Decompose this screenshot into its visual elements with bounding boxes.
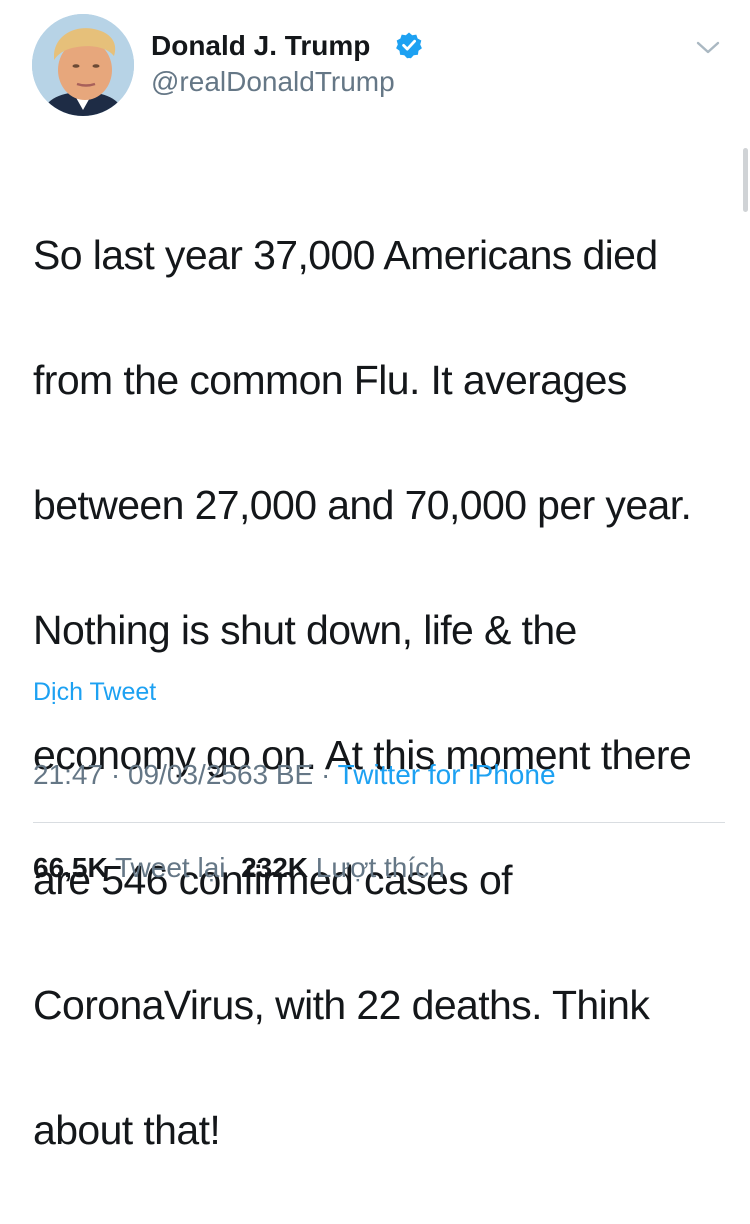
divider: [33, 822, 725, 823]
likes-label: Lượt thích: [315, 852, 445, 883]
tweet-stats: 66,5K Tweet lại 232K Lượt thích: [33, 850, 445, 886]
meta-separator: ·: [110, 759, 121, 790]
author-handle[interactable]: @realDonaldTrump: [151, 66, 395, 98]
tweet-text-line: Nothing is shut down, life & the: [33, 606, 577, 653]
tweet-text-line: between 27,000 and 70,000 per year.: [33, 481, 692, 528]
tweet-text-line: about that!: [33, 1106, 221, 1153]
retweets-label: Tweet lại: [115, 852, 226, 883]
tweet-meta: 21:47 · 09/03/2563 BE · Twitter for iPho…: [33, 757, 556, 793]
chevron-down-icon[interactable]: [694, 36, 722, 60]
translate-tweet-link[interactable]: Dịch Tweet: [33, 676, 156, 708]
avatar[interactable]: [32, 14, 134, 116]
tweet-detail: Donald J. Trump @realDonaldTrump So last…: [0, 0, 750, 1153]
likes-stat[interactable]: 232K Lượt thích: [241, 852, 445, 883]
likes-count: 232K: [241, 852, 308, 883]
retweets-count: 66,5K: [33, 852, 108, 883]
tweet-text-line: from the common Flu. It averages: [33, 356, 627, 403]
author-name[interactable]: Donald J. Trump: [151, 30, 370, 62]
tweet-text-line: So last year 37,000 Americans died: [33, 231, 658, 278]
retweets-stat[interactable]: 66,5K Tweet lại: [33, 852, 226, 883]
tweet-date: 09/03/2563 BE: [127, 759, 314, 790]
tweet-source-link[interactable]: Twitter for iPhone: [338, 759, 556, 790]
meta-separator: ·: [321, 759, 331, 790]
verified-badge-icon: [396, 32, 422, 59]
scrollbar[interactable]: [743, 148, 748, 212]
tweet-time: 21:47: [33, 759, 104, 790]
tweet-text-line: CoronaVirus, with 22 deaths. Think: [33, 981, 650, 1028]
